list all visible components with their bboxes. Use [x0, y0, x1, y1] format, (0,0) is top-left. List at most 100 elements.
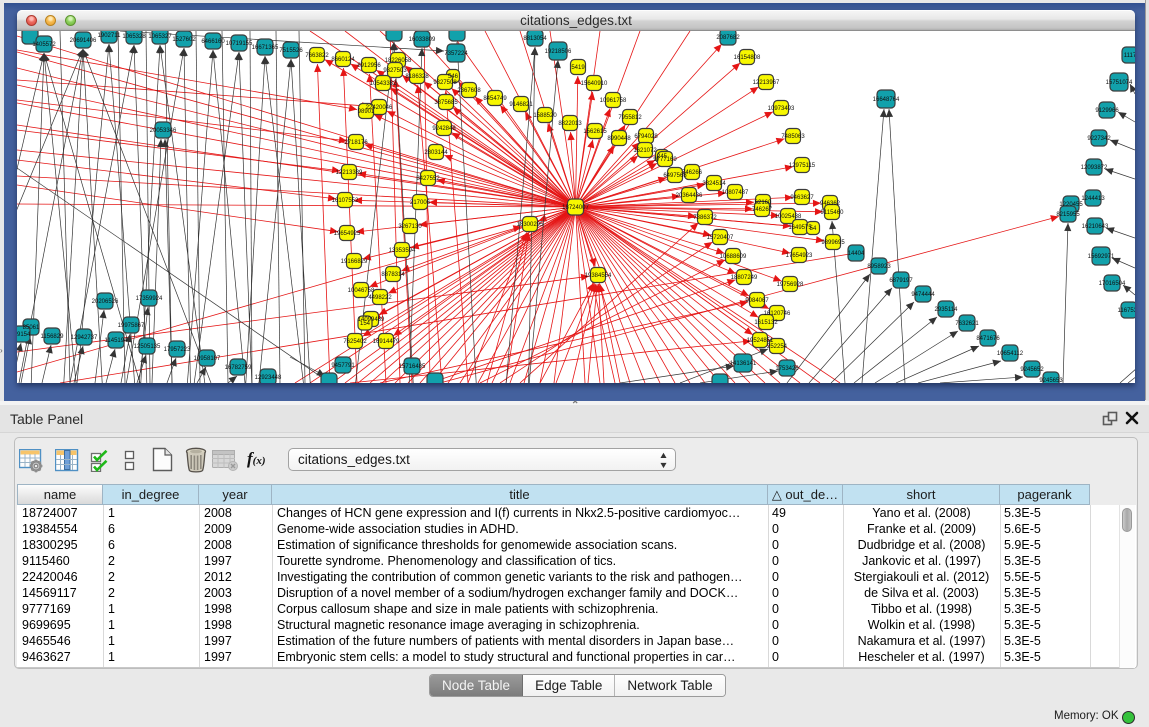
svg-text:10958107: 10958107	[194, 356, 221, 362]
svg-text:13353594: 13353594	[389, 248, 416, 254]
svg-text:6794028: 6794028	[634, 134, 658, 140]
svg-text:10543382: 10543382	[370, 81, 397, 87]
svg-text:9899695: 9899695	[821, 240, 845, 246]
svg-text:16033809: 16033809	[409, 37, 436, 43]
svg-text:16154808: 16154808	[734, 55, 761, 61]
svg-text:4498222: 4498222	[368, 295, 392, 301]
svg-text:8660124: 8660124	[331, 57, 355, 63]
svg-text:2087682: 2087682	[716, 35, 740, 41]
svg-text:8215955: 8215955	[1056, 212, 1080, 218]
svg-text:154: 154	[360, 321, 371, 327]
svg-text:3824514: 3824514	[702, 181, 726, 187]
svg-text:20206526: 20206526	[92, 299, 119, 305]
svg-text:8454749: 8454749	[483, 96, 507, 102]
svg-text:98901: 98901	[358, 109, 375, 115]
svg-text:16914479: 16914479	[373, 339, 400, 345]
svg-text:1615132: 1615132	[754, 320, 778, 326]
svg-text:12975115: 12975115	[789, 163, 816, 169]
svg-text:1621072: 1621072	[633, 148, 657, 154]
svg-text:18724007: 18724007	[562, 205, 589, 211]
svg-text:8990448: 8990448	[607, 136, 631, 142]
svg-text:1065328: 1065328	[122, 34, 146, 40]
svg-text:10688609: 10688609	[720, 254, 747, 260]
svg-text:19218506: 19218506	[545, 49, 572, 55]
svg-text:2718176: 2718176	[344, 140, 368, 146]
svg-text:3267130: 3267130	[398, 224, 422, 230]
svg-text:17957223: 17957223	[164, 347, 191, 353]
svg-text:3875685: 3875685	[434, 100, 458, 106]
svg-text:2803144: 2803144	[424, 150, 448, 156]
svg-text:9242848: 9242848	[432, 126, 456, 132]
svg-text:1527602: 1527602	[172, 37, 196, 43]
svg-text:39154: 39154	[17, 332, 31, 338]
svg-text:2367608: 2367608	[457, 88, 481, 94]
svg-text:1220455: 1220455	[1059, 202, 1083, 208]
svg-text:9227342: 9227342	[1087, 136, 1111, 142]
svg-text:1117: 1117	[1124, 53, 1135, 59]
svg-text:12505135: 12505135	[134, 344, 161, 350]
svg-text:85061: 85061	[23, 325, 40, 331]
svg-text:7632621: 7632621	[955, 321, 979, 327]
svg-text:9084067: 9084067	[745, 298, 769, 304]
svg-text:7955812: 7955812	[618, 115, 642, 121]
svg-text:17359924: 17359924	[136, 296, 163, 302]
svg-text:9146821: 9146821	[509, 102, 533, 108]
svg-text:9129966: 9129966	[1095, 108, 1119, 114]
svg-text:16648764: 16648764	[873, 97, 900, 103]
svg-text:7357224: 7357224	[444, 51, 468, 57]
svg-text:15692971: 15692971	[1088, 254, 1115, 260]
svg-text:9474444: 9474444	[911, 292, 935, 298]
svg-text:15720407: 15720407	[707, 235, 734, 241]
svg-text:1167533: 1167533	[1118, 308, 1135, 314]
svg-text:54: 54	[810, 226, 817, 232]
svg-text:19975867: 19975867	[118, 323, 145, 329]
svg-text:1588520: 1588520	[533, 113, 557, 119]
svg-text:15716485: 15716485	[399, 364, 426, 370]
svg-text:16120746: 16120746	[764, 311, 791, 317]
svg-text:20691406: 20691406	[70, 38, 97, 44]
svg-text:19654925: 19654925	[334, 231, 361, 237]
svg-text:12942737: 12942737	[71, 335, 98, 341]
svg-text:7386372: 7386372	[693, 215, 717, 221]
svg-text:16210643: 16210643	[1082, 224, 1109, 230]
svg-text:19384554: 19384554	[585, 273, 612, 279]
svg-text:7625402: 7625402	[343, 339, 367, 345]
svg-text:16107552: 16107552	[332, 198, 359, 204]
svg-text:10719155: 10719155	[226, 41, 253, 47]
svg-text:14404: 14404	[848, 251, 865, 257]
svg-text:10025438: 10025438	[775, 214, 802, 220]
svg-text:10961758: 10961758	[600, 98, 627, 104]
svg-text:1145194: 1145194	[105, 338, 129, 344]
svg-text:17654923: 17654923	[786, 253, 813, 259]
svg-text:8958923: 8958923	[867, 264, 891, 270]
svg-text:16782759: 16782759	[225, 365, 252, 371]
svg-text:1244413: 1244413	[1081, 196, 1105, 202]
svg-text:9327503: 9327503	[383, 68, 407, 74]
svg-text:8912956: 8912956	[357, 63, 381, 69]
svg-text:12093872: 12093872	[1081, 165, 1108, 171]
svg-text:9777169: 9777169	[653, 157, 677, 163]
svg-text:19756928: 19756928	[777, 282, 804, 288]
svg-text:8878314: 8878314	[381, 272, 405, 278]
svg-text:62160: 62160	[755, 200, 772, 206]
svg-text:10654112: 10654112	[997, 351, 1024, 357]
svg-text:746267: 746267	[752, 207, 773, 213]
svg-text:2935114: 2935114	[935, 307, 959, 313]
svg-text:9457791: 9457791	[331, 363, 355, 369]
svg-text:7515526: 7515526	[279, 48, 303, 54]
svg-text:6466160: 6466160	[201, 39, 225, 45]
svg-text:9115460: 9115460	[821, 210, 845, 216]
svg-text:8822013: 8822013	[558, 121, 582, 127]
svg-text:8186328: 8186328	[405, 74, 429, 80]
svg-text:18807249: 18807249	[731, 275, 758, 281]
svg-text:7485063: 7485063	[781, 134, 805, 140]
svg-text:8471676: 8471676	[976, 336, 1000, 342]
svg-text:19166829: 19166829	[341, 259, 368, 265]
svg-text:15751074: 15751074	[1106, 80, 1133, 86]
svg-text:17016504: 17016504	[1099, 281, 1126, 287]
svg-text:9463627: 9463627	[790, 195, 814, 201]
svg-text:9245653: 9245653	[1039, 378, 1063, 383]
svg-text:1902711: 1902711	[98, 33, 122, 39]
svg-text:16671365: 16671365	[252, 45, 279, 51]
svg-text:20053346: 20053346	[150, 128, 177, 134]
